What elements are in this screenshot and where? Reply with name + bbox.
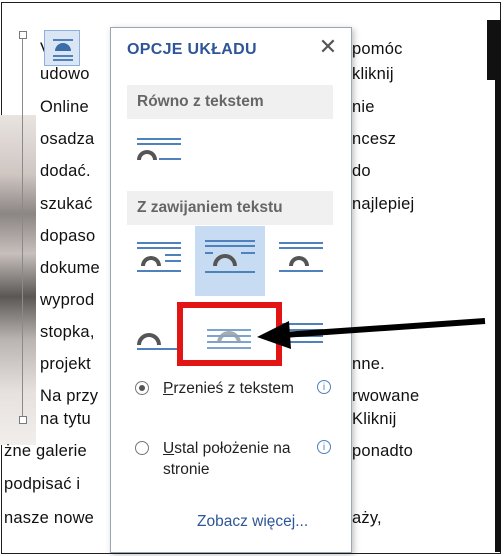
doc-line-right: kliknij [352, 65, 394, 83]
doc-line-right: do [352, 162, 371, 180]
radio-label: Ustal położenie na stronie [163, 440, 291, 478]
doc-line-left: szukać [40, 195, 93, 213]
inline-image[interactable] [0, 115, 36, 445]
doc-line-left: nasze nowe [4, 509, 95, 527]
section-inline-header: Równo z tekstem [127, 85, 333, 119]
doc-line-left: podpisać i [4, 475, 81, 493]
doc-line-right: nne. [352, 355, 385, 373]
doc-line-left: osadza [40, 130, 95, 148]
tight-wrap-icon [205, 240, 255, 273]
close-icon[interactable]: ✕ [317, 36, 339, 58]
radio-label: Przenieś z tekstem [163, 380, 294, 397]
layout-options-icon [53, 39, 73, 61]
section-wrap-header: Z zawijaniem tekstu [127, 191, 333, 225]
doc-line-left: dopaso [40, 227, 96, 245]
doc-line-right: najlepiej [352, 195, 415, 213]
scroll-edge [495, 80, 501, 552]
doc-line-right: pomóc [352, 40, 403, 58]
selection-border [22, 34, 23, 420]
inline-with-text-icon [137, 138, 181, 160]
doc-line-right: Kliknij [352, 410, 397, 428]
doc-line-left: Na przy [40, 387, 99, 405]
radio-button[interactable] [135, 441, 149, 455]
wrap-square-option[interactable] [127, 228, 187, 288]
info-icon[interactable]: i [317, 380, 331, 394]
through-wrap-icon [279, 242, 323, 272]
scroll-edge [487, 20, 501, 80]
doc-line-right: rwowane [352, 387, 420, 405]
doc-line-left: na tytu [40, 410, 91, 428]
top-bottom-wrap-icon [137, 333, 181, 350]
doc-line-right: ponadto [352, 442, 414, 460]
radio-button[interactable] [135, 381, 149, 395]
square-wrap-icon [137, 242, 181, 272]
doc-line-left: żne galerie [4, 442, 87, 460]
see-more-link[interactable]: Zobacz więcej... [197, 513, 308, 531]
doc-line-left: dodać. [40, 162, 91, 180]
doc-line-left: dokume [40, 259, 100, 277]
doc-line-right: aży, [352, 509, 382, 527]
wrap-tight-option[interactable] [195, 226, 265, 296]
selection-handle[interactable] [19, 416, 27, 424]
doc-line-left: projekt [40, 355, 91, 373]
popup-title: OPCJE UKŁADU [127, 41, 257, 58]
selection-handle[interactable] [19, 31, 27, 39]
layout-options-button[interactable] [44, 30, 80, 66]
doc-line-right: ncesz [352, 130, 397, 148]
wrap-inline-option[interactable] [127, 124, 187, 184]
layout-options-popup: OPCJE UKŁADU ✕ Równo z tekstem Z zawijan… [110, 27, 352, 553]
doc-line-left: wyprod [40, 291, 95, 309]
doc-line-left: Online [40, 98, 89, 116]
doc-line-right: nie [352, 98, 375, 116]
arrow-annotation-icon [257, 318, 486, 349]
doc-line-left: stopka, [40, 323, 95, 341]
wrap-through-option[interactable] [269, 228, 329, 288]
info-icon[interactable]: i [317, 440, 331, 454]
